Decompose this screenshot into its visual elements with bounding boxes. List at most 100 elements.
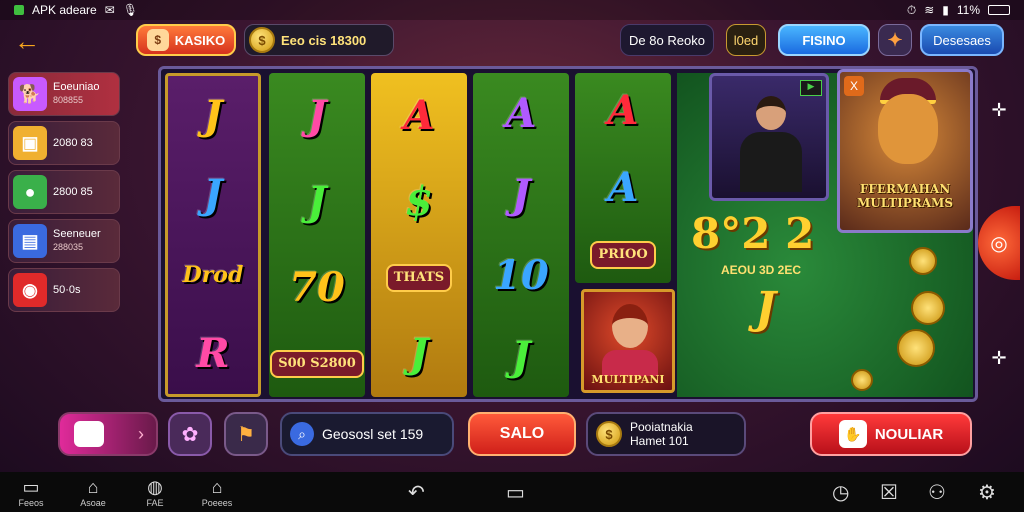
gift-icon: ✦ (887, 29, 903, 50)
reel-symbol: J (307, 92, 327, 139)
move-icon[interactable]: ✛ (982, 348, 1016, 369)
header: ← $ KASIKO $ Eeo cis 18300 De 8o Reoko l… (0, 22, 1024, 60)
reel-symbol: A (607, 87, 639, 135)
search-text: Geososl set 159 (322, 426, 424, 442)
sidebar-item-label: 2080 83 (53, 136, 93, 149)
sidebar-item-0[interactable]: 🐕 Eoeuniao 808855 (8, 72, 120, 116)
settings-gear-button[interactable]: ✿ (168, 412, 212, 456)
reel-symbol: 70 (289, 264, 345, 311)
mic-icon: 🎙 (122, 3, 139, 17)
promo-card[interactable]: MULTIPANI (581, 289, 675, 393)
sidebar-item-2[interactable]: ● 2800 85 (8, 170, 120, 214)
lion-face (878, 94, 938, 164)
nav-item-3[interactable]: ⌂ Poeees (192, 476, 242, 508)
sidebar-item-3[interactable]: ▤ Seeneuer 288035 (8, 219, 120, 263)
salo-button[interactable]: SALO (468, 412, 576, 456)
slot-machine: J J Drod R J J 70 S00 S2800 A $ THATS J A J 10 J A A PRIOO… (158, 66, 978, 402)
nav-item-0[interactable]: ▭ Feeos (6, 476, 56, 508)
sidebar-item-sub: 808855 (53, 95, 84, 105)
close-box-icon[interactable]: ☒ (880, 480, 898, 505)
home-nav-icon[interactable]: ▭ (506, 480, 525, 505)
heart-icon (74, 421, 104, 447)
kasino-label: KASIKO (174, 32, 226, 48)
reel-symbol: J (307, 178, 327, 225)
lion-card[interactable]: X FFERMAHAN MULTIPRAMS (837, 69, 973, 233)
chip-icon: ◉ (13, 273, 47, 307)
alarm-icon: ⏱ (906, 2, 917, 17)
chip (851, 369, 873, 391)
broom-button[interactable]: ⚑ (224, 412, 268, 456)
reel-symbol: J (511, 332, 531, 380)
live-badge: ▶ (800, 80, 822, 96)
coin-icon: $ (596, 421, 622, 447)
spin-side-button[interactable]: ◎ (978, 206, 1020, 280)
reel-symbol: $ (405, 178, 433, 225)
sidebar: 🐕 Eoeuniao 808855 ▣ 2080 83 ● 2800 85 ▤ S… (8, 72, 120, 317)
nouviar-button[interactable]: ✋ NOULIAR (810, 412, 972, 456)
info-button[interactable]: De 8o Reoko (620, 24, 714, 56)
balance-text: Eeo cis 18300 (281, 32, 367, 48)
nav-item-1[interactable]: ⌂ Asoae (68, 476, 118, 508)
right-rail: ✛ ◎ ✛ (978, 72, 1020, 402)
sidebar-item-4[interactable]: ◉ 50·0s (8, 268, 120, 312)
reel-3: A J 10 J (473, 73, 569, 397)
table-sub: AEOU 3D 2EC (721, 263, 802, 277)
chip (897, 329, 935, 367)
expand-icon[interactable]: ✛ (982, 100, 1016, 121)
reel-symbol: PRIOO (590, 240, 656, 269)
nav-item-2[interactable]: ◍ FAE (130, 476, 180, 508)
reel-symbol: S00 S2800 (270, 350, 364, 378)
kasino-button[interactable]: $ KASIKO (136, 24, 236, 56)
promo-label: MULTIPANI (591, 373, 665, 386)
info-line-2: Hamet 101 (630, 434, 689, 448)
clock-icon[interactable]: ◷ (832, 480, 849, 505)
signal-icon: ▮ (942, 3, 949, 17)
app-icon (14, 5, 24, 15)
reel-1: J J 70 S00 S2800 (269, 73, 365, 397)
reel-symbol: 10 (493, 251, 549, 299)
reel-symbol: Drod (182, 261, 244, 288)
gift-button[interactable]: ✦ (878, 24, 912, 56)
host-card[interactable]: ▶ (709, 73, 829, 201)
circle-icon: ● (13, 175, 47, 209)
bonus-info[interactable]: $ Pooiatnakia Hamet 101 (586, 412, 746, 456)
broom-icon: ⚑ (237, 423, 255, 446)
back-button[interactable]: ← (12, 26, 42, 56)
battery-icon (988, 5, 1010, 15)
sidebar-item-1[interactable]: ▣ 2080 83 (8, 121, 120, 165)
reel-symbol: J (511, 170, 531, 218)
level-button[interactable]: l0ed (726, 24, 766, 56)
settings-button[interactable]: Desesaes (920, 24, 1004, 56)
close-icon[interactable]: X (844, 76, 864, 96)
nav-label: Asoae (80, 498, 106, 508)
reel-symbol: A (607, 163, 639, 211)
sidebar-item-label: Seeneuer (53, 228, 101, 240)
status-bar: APK adeare ✉ 🎙 ⏱ ≋ ▮ 11% (0, 0, 1024, 20)
table-big-number: 8°2 2 (691, 209, 815, 258)
reel-symbol: A (505, 89, 537, 137)
coin-icon: $ (249, 27, 275, 53)
chip (911, 291, 945, 325)
system-navbar: ▭ Feeos ⌂ Asoae ◍ FAE ⌂ Poeees ↶ ▭ ◷ ☒ ⚇ ⚙ (0, 472, 1024, 512)
nav-label: FAE (146, 498, 164, 508)
wallet-icon: $ (146, 29, 169, 51)
refresh-icon: ◎ (990, 232, 1008, 255)
fisino-button[interactable]: FISINO (778, 24, 870, 56)
chip (909, 247, 937, 275)
gamepad-icon[interactable]: ⚇ (928, 480, 946, 505)
search-field[interactable]: ⌕ Geososl set 159 (280, 412, 454, 456)
ball-icon: ◍ (147, 477, 163, 497)
nouviar-label: NOULIAR (874, 425, 944, 443)
menu-button[interactable]: › (58, 412, 158, 456)
hand-icon: ✋ (838, 420, 867, 448)
reel-symbol: J (203, 171, 223, 219)
promo-face (612, 304, 648, 348)
back-nav-icon[interactable]: ↶ (408, 480, 425, 505)
sidebar-item-label: 50·0s (53, 283, 81, 296)
wifi-icon: ≋ (924, 3, 935, 17)
balance-display: $ Eeo cis 18300 (244, 24, 394, 56)
reel-symbol: A (403, 92, 435, 139)
reel-symbol: J (203, 91, 223, 139)
settings-nav-icon[interactable]: ⚙ (978, 480, 996, 505)
reel-4: A A PRIOO (575, 73, 671, 283)
